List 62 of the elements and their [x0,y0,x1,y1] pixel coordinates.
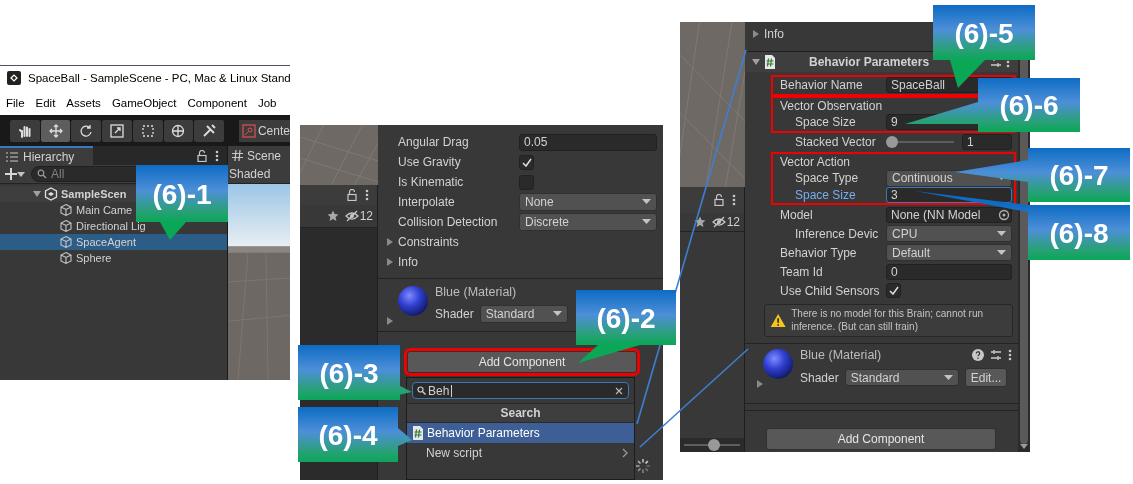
field-label: Shader [435,307,474,321]
shader-dropdown[interactable]: Standard [479,305,568,323]
field-label: Team Id [780,264,824,279]
callout-tooltip: (6)-7 [955,148,1130,202]
field-label: Space Type [794,171,860,186]
field-label: Space Size [794,187,857,202]
dropdown[interactable]: Default [886,244,1012,261]
text-field[interactable]: 0.05 [519,133,657,151]
foldout[interactable]: Info [386,255,418,269]
callout-tooltip: (6)-2 [576,290,676,363]
dropdown[interactable]: CPU [886,225,1012,242]
field-label: Is Kinematic [398,175,465,189]
search-field[interactable]: Beh [412,382,629,399]
dropdown[interactable]: Discrete [519,213,657,231]
section-label: Vector Observation [780,98,884,113]
menu-item[interactable]: File [6,96,25,109]
shader-dropdown[interactable]: Standard [844,369,959,386]
window-title: SpaceBall - SampleScene - PC, Mac & Linux Stand [28,72,291,84]
hierarchy-tab[interactable]: Hierarchy [0,146,93,165]
tree-item[interactable]: Sphere [0,250,227,266]
material-name: Blue (Material) [435,285,517,299]
tree-item[interactable]: Directional Lig [0,218,227,234]
popup-heading: Search [407,403,634,423]
add-component-button[interactable]: Add Component [407,351,637,373]
pivot-button[interactable]: Cente [238,119,290,142]
field-label: Collision Detection [398,215,499,229]
menu-item[interactable]: Assets [66,96,101,109]
edit-button[interactable]: Edit... [964,368,1008,387]
field-label: Interpolate [398,195,456,209]
field-label: Stacked Vector [794,135,877,149]
object-field[interactable]: None (NN Model [886,206,1012,223]
field-label: Model [780,207,814,222]
menu-item[interactable]: GameObject [111,96,177,109]
field-label: Inference Devic [794,226,880,241]
tree-item[interactable]: SpaceAgent [0,234,227,250]
foldout[interactable]: Constraints [386,235,459,249]
menu-item[interactable]: Behavior Parameters [407,423,634,443]
scene-tab[interactable]: Scene [228,146,290,165]
menu-item[interactable]: Job [257,96,277,109]
warning-text: There is no model for this Brain; cannot run inference. (But can still train) [791,308,985,333]
hidden-count: 12 [359,209,373,223]
field-label: Use Child Sensors [780,283,881,298]
callout-tooltip: (6)-4 [298,407,412,462]
menu-item[interactable]: Component [187,96,247,109]
callout-tooltip: (6)-3 [298,345,412,400]
dropdown[interactable]: None [519,193,657,211]
foldout[interactable]: Info [752,26,784,41]
field-label: Shader [800,370,839,385]
field-label: Behavior Name [780,78,864,93]
hidden-count: 12 [726,215,740,229]
field-label: Use Gravity [398,155,462,169]
menu-item[interactable]: Edit [35,96,56,109]
text-field[interactable]: 0 [886,263,1012,280]
number-field[interactable]: 1 [962,134,1012,150]
field-label: Space Size [794,115,857,130]
add-component-button[interactable]: Add Component [766,428,996,450]
field-label: Behavior Type [780,245,858,260]
field-label: Angular Drag [398,135,470,149]
component-title: Behavior Parameters [809,55,930,69]
section-label: Vector Action [780,154,852,169]
shading-mode-dropdown[interactable]: Shaded [228,165,290,184]
material-name: Blue (Material) [800,348,882,362]
